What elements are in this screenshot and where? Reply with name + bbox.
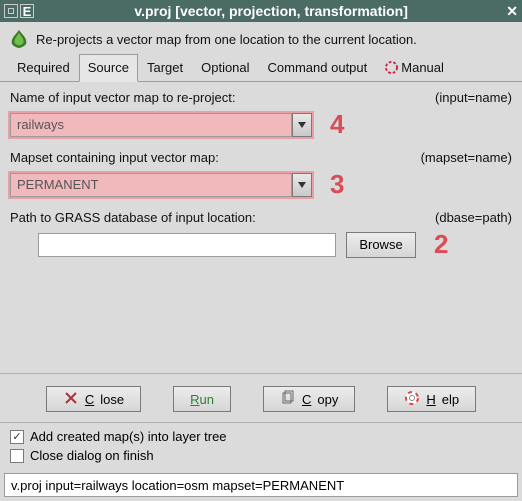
minimize-icon[interactable]	[4, 4, 18, 18]
browse-label: Browse	[359, 237, 402, 252]
manual-icon	[385, 61, 398, 74]
check-add-layer-box[interactable]: ✓	[10, 430, 24, 444]
tab-required[interactable]: Required	[8, 54, 79, 81]
lifebuoy-icon	[404, 390, 420, 409]
window-body: Re-projects a vector map from one locati…	[0, 22, 522, 501]
copy-icon	[280, 390, 296, 409]
help-button[interactable]: Help	[387, 386, 476, 412]
copy-label-rest: opy	[317, 392, 338, 407]
field-mapset: Mapset containing input vector map: (map…	[10, 150, 512, 200]
field-input: Name of input vector map to re-project: …	[10, 90, 512, 140]
dbase-label: Path to GRASS database of input location…	[10, 210, 256, 225]
tab-source[interactable]: Source	[79, 54, 138, 82]
tab-manual[interactable]: Manual	[376, 54, 453, 81]
run-button[interactable]: Run	[173, 386, 231, 412]
dialog-description: Re-projects a vector map from one locati…	[36, 32, 417, 47]
check-close-dialog-box[interactable]	[10, 449, 24, 463]
dialog-button-row: Close Run Copy Help	[0, 373, 522, 423]
mapset-label: Mapset containing input vector map:	[10, 150, 219, 165]
check-add-layer-label: Add created map(s) into layer tree	[30, 429, 227, 444]
tab-optional[interactable]: Optional	[192, 54, 258, 81]
mapset-dropdown-icon[interactable]	[292, 173, 312, 197]
help-label-rest: elp	[442, 392, 459, 407]
close-button[interactable]: Close	[46, 386, 141, 412]
check-close-dialog-label: Close dialog on finish	[30, 448, 154, 463]
mapset-hint: (mapset=name)	[421, 150, 512, 165]
tab-command-output[interactable]: Command output	[259, 54, 377, 81]
dialog-header: Re-projects a vector map from one locati…	[0, 22, 522, 54]
callout-2: 2	[434, 229, 448, 260]
close-btn-icon	[63, 390, 79, 409]
tab-target[interactable]: Target	[138, 54, 192, 81]
mapset-value[interactable]	[10, 173, 292, 197]
tab-source-content: Name of input vector map to re-project: …	[0, 82, 522, 373]
tab-manual-label: Manual	[401, 60, 444, 75]
dbase-input[interactable]	[38, 233, 336, 257]
titlebar: E v.proj [vector, projection, transforma…	[0, 0, 522, 22]
grass-icon	[8, 28, 30, 50]
input-combo[interactable]	[10, 113, 312, 137]
copy-label-u: C	[302, 392, 311, 407]
run-label-u: R	[190, 392, 199, 407]
check-close-dialog-row[interactable]: Close dialog on finish	[10, 448, 512, 463]
checks-area: ✓ Add created map(s) into layer tree Clo…	[0, 423, 522, 471]
tab-bar: Required Source Target Optional Command …	[0, 54, 522, 82]
callout-4: 4	[330, 109, 344, 140]
copy-button[interactable]: Copy	[263, 386, 355, 412]
command-preview: v.proj input=railways location=osm mapse…	[4, 473, 518, 497]
close-icon[interactable]: ✕	[506, 3, 518, 20]
close-label-u: C	[85, 392, 94, 407]
dbase-hint: (dbase=path)	[435, 210, 512, 225]
input-dropdown-icon[interactable]	[292, 113, 312, 137]
maximize-icon[interactable]: E	[20, 4, 34, 18]
callout-3: 3	[330, 169, 344, 200]
window-title: v.proj [vector, projection, transformati…	[36, 3, 506, 19]
help-label-u: H	[426, 392, 435, 407]
mapset-combo[interactable]	[10, 173, 312, 197]
run-label-rest: un	[200, 392, 214, 407]
input-value[interactable]	[10, 113, 292, 137]
check-add-layer-row[interactable]: ✓ Add created map(s) into layer tree	[10, 429, 512, 444]
input-label: Name of input vector map to re-project:	[10, 90, 235, 105]
input-hint: (input=name)	[435, 90, 512, 105]
close-label-rest: lose	[100, 392, 124, 407]
field-dbase: Path to GRASS database of input location…	[10, 210, 512, 260]
browse-button[interactable]: Browse	[346, 232, 416, 258]
